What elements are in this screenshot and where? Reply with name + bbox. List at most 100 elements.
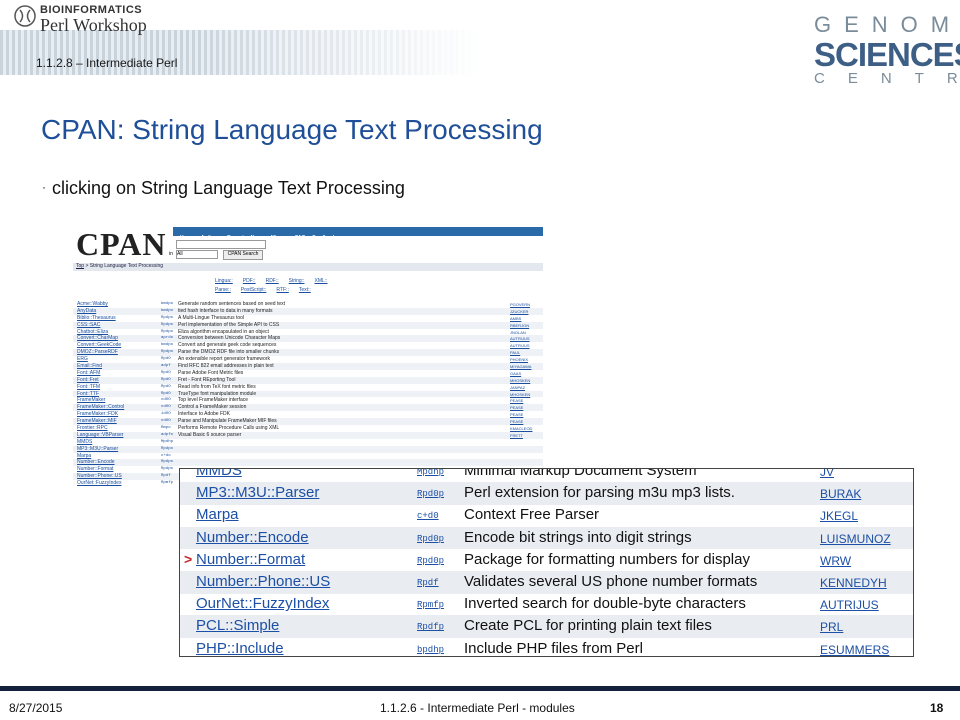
cpan-table-row: Email::Find adpf Find RFC 822 email addres…: [73, 363, 543, 370]
logo-bottom-text: Perl Workshop: [40, 15, 147, 35]
cpan-logo: CPAN: [76, 226, 167, 262]
cpan-table-row: FrameMaker cdOO Top level FrameMaker inter…: [73, 397, 543, 404]
zoomed-dsli-link[interactable]: Rpdf: [417, 574, 439, 593]
zoomed-module-link[interactable]: Number::Format: [196, 549, 305, 570]
cpan-subcategory-link[interactable]: PostScript::: [241, 287, 267, 293]
zoomed-author-link[interactable]: PRL: [820, 618, 843, 637]
cpan-table-row: Acme::Wabby bmdpo Generate random sentence…: [73, 301, 543, 308]
cpan-subcategory-link[interactable]: RDF::: [266, 278, 279, 284]
workshop-logo-icon: [14, 5, 36, 27]
cpan-breadcrumb-top[interactable]: Top: [76, 263, 84, 269]
cpan-table-row: Font::Fret RpdO Fret - Font REporting Tool…: [73, 376, 543, 384]
cpan-breadcrumb: Top > String Language Text Processing: [73, 263, 543, 271]
cpan-subcategory-link[interactable]: String::: [289, 278, 305, 284]
footer-bar: [0, 686, 960, 691]
zoomed-author-link[interactable]: KENNEDYH: [820, 574, 887, 593]
slide-title: CPAN: String Language Text Processing: [41, 114, 543, 145]
cpan-subcategory-link[interactable]: XML::: [314, 278, 327, 284]
cpan-table-row: Font::TFM RpdO Read info from TeX font met…: [73, 384, 543, 391]
cpan-module-link[interactable]: OurNet::FuzzyIndex: [77, 480, 121, 487]
cpan-nav-bar: Home Authors Recent News Mirrors FAQ Feedback: [173, 227, 543, 241]
bullet-text: clicking on String Language Text Process…: [52, 178, 405, 198]
cpan-subcategory-link[interactable]: Text::: [299, 287, 311, 293]
cpan-subcategory-row-2: Parse:: PostScript:: RTF:: Text::: [215, 286, 338, 295]
footer-date: 8/27/2015: [9, 701, 63, 715]
cpan-table-row: Convert::GeekCode bmdpo Convert and genera…: [73, 342, 543, 349]
zoomed-dsli-link[interactable]: Rpmfp: [417, 596, 444, 615]
cpan-subcategory-link[interactable]: RTF::: [276, 287, 288, 293]
gsc-logo: GENOME SCIENCES CENTRE: [814, 12, 960, 88]
zoomed-module-link[interactable]: MMDS: [196, 469, 242, 481]
bullet-dot: ·: [42, 180, 46, 194]
cpan-table-row: DMOZ::ParseRDF Rpdpo Parse the DMOZ RDF fi…: [73, 349, 543, 357]
bullet-point: · clicking on String Language Text Proces…: [42, 178, 405, 199]
zoomed-dsli-link[interactable]: Mpdhp: [417, 469, 444, 482]
zoomed-module-description: Package for formatting numbers for displ…: [464, 550, 750, 568]
zoomed-table-row: Number::Phone::US Rpdf Validates several U…: [180, 571, 913, 594]
cpan-module-table: Acme::Wabby bmdpo Generate random sentence…: [73, 301, 543, 487]
cpan-table-row: Language::VBParser adpfo Visual Basic 6 so…: [73, 431, 543, 439]
cpan-nav-faq[interactable]: FAQ: [295, 235, 305, 241]
cpan-category-select[interactable]: All: [176, 250, 218, 259]
zoomed-module-link[interactable]: PCL::Simple: [196, 615, 279, 636]
zoomed-author-link[interactable]: BURAK: [820, 485, 861, 504]
cpan-table-row: Font::AFM RpdO Parse Adobe Font Metric fil…: [73, 370, 543, 377]
zoomed-dsli-link[interactable]: Rpdfp: [417, 618, 444, 637]
cpan-table-row: Frontier::RPC Rmpo Performs Remote Procedu…: [73, 425, 543, 432]
footer-title: 1.1.2.6 - Intermediate Perl - modules: [380, 701, 575, 715]
cpan-breadcrumb-rest: > String Language Text Processing: [84, 263, 164, 269]
zoomed-author-link[interactable]: JKEGL: [820, 507, 858, 526]
zoomed-table-row: Number::Encode Rpd0p Encode bit strings in…: [180, 526, 913, 550]
course-label: 1.1.2.8 – Intermediate Perl: [36, 56, 178, 70]
cpan-subcategories: Lingua:: PDF:: RDF:: String:: XML:: Parse:: P…: [215, 277, 338, 295]
cpan-table-row: FrameMaker::MIF cdOO Parse and Manipulate …: [73, 418, 543, 426]
cpan-table-row: Font::TTF RpdO TrueType font manipulation …: [73, 390, 543, 398]
zoomed-author-link[interactable]: AUTRIJUS: [820, 596, 879, 615]
cpan-subcategory-link[interactable]: Parse::: [215, 287, 231, 293]
zoomed-module-link[interactable]: Number::Phone::US: [196, 571, 330, 592]
cpan-nav-feedback[interactable]: Feedback: [312, 235, 335, 241]
zoomed-module-link[interactable]: OurNet::FuzzyIndex: [196, 593, 329, 614]
zoomed-module-link[interactable]: PHP::Include: [196, 638, 284, 656]
workshop-logo: BIOINFORMATICS Perl Workshop: [14, 2, 164, 35]
zoomed-module-link[interactable]: MP3::M3U::Parser: [196, 482, 319, 503]
zoomed-module-description: Context Free Parser: [464, 506, 600, 524]
gsc-logo-genome: GENOME: [814, 12, 960, 37]
zoomed-dsli-link[interactable]: bpdhp: [417, 641, 444, 656]
cpan-subcategory-row-1: Lingua:: PDF:: RDF:: String:: XML::: [215, 277, 338, 286]
cpan-table-row: Number::Encode Rpdpo: [73, 459, 543, 467]
zoomed-dsli-link[interactable]: c+d0: [417, 507, 439, 526]
cpan-search-input[interactable]: [176, 240, 266, 249]
zoomed-module-link[interactable]: Number::Encode: [196, 527, 309, 548]
slide-header: BIOINFORMATICS Perl Workshop 1.1.2.8 – I…: [0, 0, 960, 90]
cpan-subcategory-link[interactable]: PDF::: [243, 278, 256, 284]
cpan-dsli-link[interactable]: Rpmfp: [161, 480, 173, 487]
zoomed-author-link[interactable]: ESUMMERS: [820, 641, 889, 656]
zoomed-module-link[interactable]: Marpa: [196, 504, 239, 525]
zoomed-table-row: OurNet::FuzzyIndex Rpmfp Inverted search f…: [180, 593, 913, 616]
zoomed-author-link[interactable]: WRW: [820, 552, 851, 571]
cpan-table-row: Biblio::Thesaurus Rpdpo A Multi-Lingue The…: [73, 315, 543, 322]
zoomed-module-description: Validates several US phone number format…: [464, 573, 758, 590]
zoomed-dsli-link[interactable]: Rpd0p: [417, 530, 444, 549]
cpan-nav-mirrors[interactable]: Mirrors: [271, 235, 288, 241]
cpan-subcategory-link[interactable]: Lingua::: [215, 278, 233, 284]
zoomed-author-link[interactable]: LUISMUNOZ: [820, 530, 891, 549]
zoomed-table-row: > Number::Format Rpd0p Package for formatti…: [180, 549, 913, 572]
zoomed-table-row: MMDS Mpdhp Minimal Markup Document System J…: [180, 468, 913, 483]
cpan-search-button[interactable]: CPAN Search: [223, 250, 263, 260]
zoomed-dsli-link[interactable]: Rpd0p: [417, 485, 444, 504]
cpan-table-row: Marpa c+do: [73, 453, 543, 460]
cpan-table-row: FrameMaker::FDK idOO Interface to Adobe FD…: [73, 411, 543, 418]
zoomed-table-row: MP3::M3U::Parser Rpd0p Perl extension for …: [180, 482, 913, 505]
gsc-logo-sciences: SCIENCES: [814, 36, 960, 73]
zoomed-module-description: Minimal Markup Document System: [464, 468, 697, 479]
zoomed-author-link[interactable]: JV: [820, 469, 834, 482]
zoomed-dsli-link[interactable]: Rpd0p: [417, 552, 444, 571]
zoomed-module-description: Encode bit strings into digit strings: [464, 528, 692, 546]
cpan-table-row: MP3::M3U::Parser Rpdpo: [73, 445, 543, 453]
page-number: 18: [930, 701, 944, 715]
zoomed-module-description: Perl extension for parsing m3u mp3 lists…: [464, 484, 735, 502]
gsc-logo-centre: CENTRE: [814, 70, 960, 87]
cpan-in-label: in: [169, 251, 173, 257]
